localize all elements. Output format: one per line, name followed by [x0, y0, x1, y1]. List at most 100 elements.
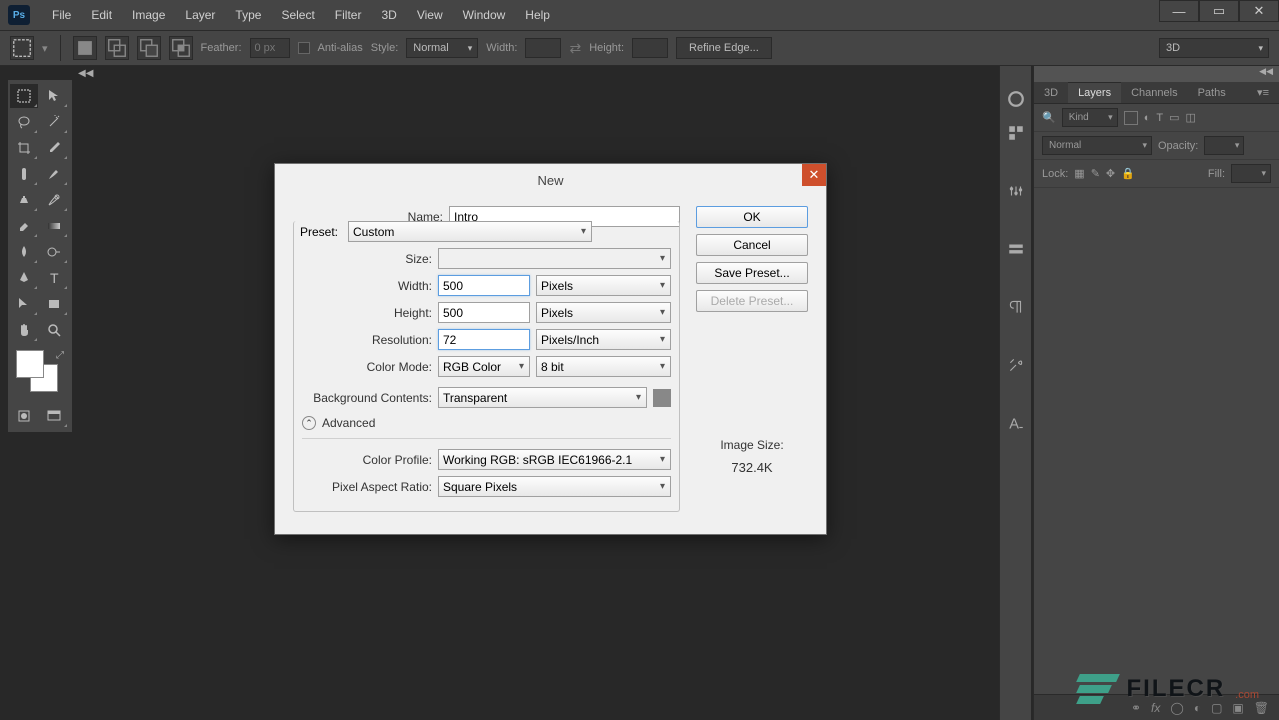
fill-input[interactable]	[1231, 164, 1271, 183]
save-preset-button[interactable]: Save Preset...	[696, 262, 808, 284]
foreground-color-swatch[interactable]	[16, 350, 44, 378]
lock-pixels-icon[interactable]: ✎	[1091, 167, 1100, 180]
colormode-select[interactable]: RGB Color	[438, 356, 530, 377]
hand-tool[interactable]	[10, 318, 38, 342]
svg-text:A: A	[1009, 417, 1019, 432]
lock-all-icon[interactable]: 🔒	[1121, 167, 1135, 180]
zoom-tool[interactable]	[40, 318, 68, 342]
marquee-tool[interactable]	[10, 84, 38, 108]
resolution-unit-select[interactable]: Pixels/Inch	[536, 329, 671, 350]
ok-button[interactable]: OK	[696, 206, 808, 228]
bitdepth-select[interactable]: 8 bit	[536, 356, 671, 377]
menu-edit[interactable]: Edit	[81, 8, 122, 22]
move-tool[interactable]	[40, 84, 68, 108]
magic-wand-tool[interactable]	[40, 110, 68, 134]
refine-edge-button[interactable]: Refine Edge...	[676, 37, 772, 59]
path-select-tool[interactable]	[10, 292, 38, 316]
filter-shape-icon[interactable]: ▭	[1169, 111, 1179, 124]
clone-stamp-tool[interactable]	[10, 188, 38, 212]
dialog-close-button[interactable]: ✕	[802, 164, 826, 186]
filter-pixel-icon[interactable]	[1124, 111, 1138, 125]
advanced-toggle[interactable]: ⌃ Advanced	[302, 416, 671, 430]
pixelaspect-label: Pixel Aspect Ratio:	[302, 480, 432, 494]
tab-paths[interactable]: Paths	[1188, 82, 1236, 103]
menu-type[interactable]: Type	[225, 8, 271, 22]
doc-collapse-icon[interactable]: ◀◀	[78, 68, 93, 79]
selection-subtract-icon[interactable]	[137, 36, 161, 60]
menu-view[interactable]: View	[407, 8, 453, 22]
color-swatches[interactable]: ⤢	[12, 350, 68, 396]
pen-tool[interactable]	[10, 266, 38, 290]
panel-menu-icon[interactable]: ▾≡	[1247, 82, 1279, 103]
menu-help[interactable]: Help	[515, 8, 560, 22]
width-label: Width:	[302, 279, 432, 293]
blend-mode-select[interactable]: Normal	[1042, 136, 1152, 155]
dock-adjustments-icon[interactable]	[1003, 178, 1029, 204]
lock-transparency-icon[interactable]: ▦	[1074, 167, 1084, 180]
width-unit-select[interactable]: Pixels	[536, 275, 671, 296]
tab-3d[interactable]: 3D	[1034, 82, 1068, 103]
swap-colors-icon[interactable]: ⤢	[56, 350, 64, 361]
dock-paragraph-icon[interactable]	[1003, 294, 1029, 320]
bgcolor-swatch[interactable]	[653, 389, 671, 407]
menu-3d[interactable]: 3D	[371, 8, 406, 22]
filter-type-icon[interactable]: T	[1156, 112, 1163, 124]
size-select	[438, 248, 671, 269]
style-select[interactable]: Normal	[406, 38, 478, 58]
healing-brush-tool[interactable]	[10, 162, 38, 186]
preset-select[interactable]: Custom	[348, 221, 592, 242]
dock-character-icon[interactable]: A	[1003, 410, 1029, 436]
menu-layer[interactable]: Layer	[175, 8, 225, 22]
pixelaspect-select[interactable]: Square Pixels	[438, 476, 671, 497]
menu-window[interactable]: Window	[453, 8, 516, 22]
tab-channels[interactable]: Channels	[1121, 82, 1187, 103]
colorprofile-select[interactable]: Working RGB: sRGB IEC61966-2.1	[438, 449, 671, 470]
crop-tool[interactable]	[10, 136, 38, 160]
menu-file[interactable]: File	[42, 8, 81, 22]
current-tool-icon[interactable]	[10, 36, 34, 60]
lock-position-icon[interactable]: ✥	[1106, 167, 1115, 180]
height-input[interactable]	[438, 302, 530, 323]
eyedropper-tool[interactable]	[40, 136, 68, 160]
bgcontents-select[interactable]: Transparent	[438, 387, 647, 408]
dock-tools-icon[interactable]	[1003, 352, 1029, 378]
minimize-button[interactable]: —	[1159, 0, 1199, 22]
gradient-tool[interactable]	[40, 214, 68, 238]
filter-adjust-icon[interactable]: ◐	[1144, 112, 1151, 124]
eraser-tool[interactable]	[10, 214, 38, 238]
menu-image[interactable]: Image	[122, 8, 175, 22]
opacity-input[interactable]	[1204, 136, 1244, 155]
selection-add-icon[interactable]	[105, 36, 129, 60]
selection-intersect-icon[interactable]	[169, 36, 193, 60]
shape-tool[interactable]	[40, 292, 68, 316]
dock-swatches-icon[interactable]	[1003, 120, 1029, 146]
selection-new-icon[interactable]	[73, 36, 97, 60]
screenmode-tool[interactable]	[40, 404, 68, 428]
filter-smart-icon[interactable]: ◫	[1186, 111, 1196, 124]
close-window-button[interactable]: ✕	[1239, 0, 1279, 22]
resolution-input[interactable]	[438, 329, 530, 350]
cancel-button[interactable]: Cancel	[696, 234, 808, 256]
dodge-tool[interactable]	[40, 240, 68, 264]
tab-layers[interactable]: Layers	[1068, 82, 1121, 103]
workspace-select[interactable]: 3D	[1159, 38, 1269, 58]
type-tool[interactable]: T	[40, 266, 68, 290]
history-brush-tool[interactable]	[40, 188, 68, 212]
watermark: FILECR .com	[1078, 674, 1259, 704]
dock-styles-icon[interactable]	[1003, 236, 1029, 262]
blur-tool[interactable]	[10, 240, 38, 264]
width-input[interactable]	[438, 275, 530, 296]
lasso-tool[interactable]	[10, 110, 38, 134]
menu-filter[interactable]: Filter	[325, 8, 372, 22]
height-unit-select[interactable]: Pixels	[536, 302, 671, 323]
fill-label: Fill:	[1208, 168, 1225, 180]
filter-kind-select[interactable]: Kind	[1062, 108, 1118, 127]
feather-input[interactable]	[250, 38, 290, 58]
dock-color-icon[interactable]	[1003, 86, 1029, 112]
maximize-button[interactable]: ▭	[1199, 0, 1239, 22]
brush-tool[interactable]	[40, 162, 68, 186]
menu-select[interactable]: Select	[271, 8, 324, 22]
dock-collapse-bar[interactable]: ◀◀	[1034, 66, 1279, 82]
preset-label: Preset:	[296, 225, 342, 239]
quickmask-tool[interactable]	[10, 404, 38, 428]
